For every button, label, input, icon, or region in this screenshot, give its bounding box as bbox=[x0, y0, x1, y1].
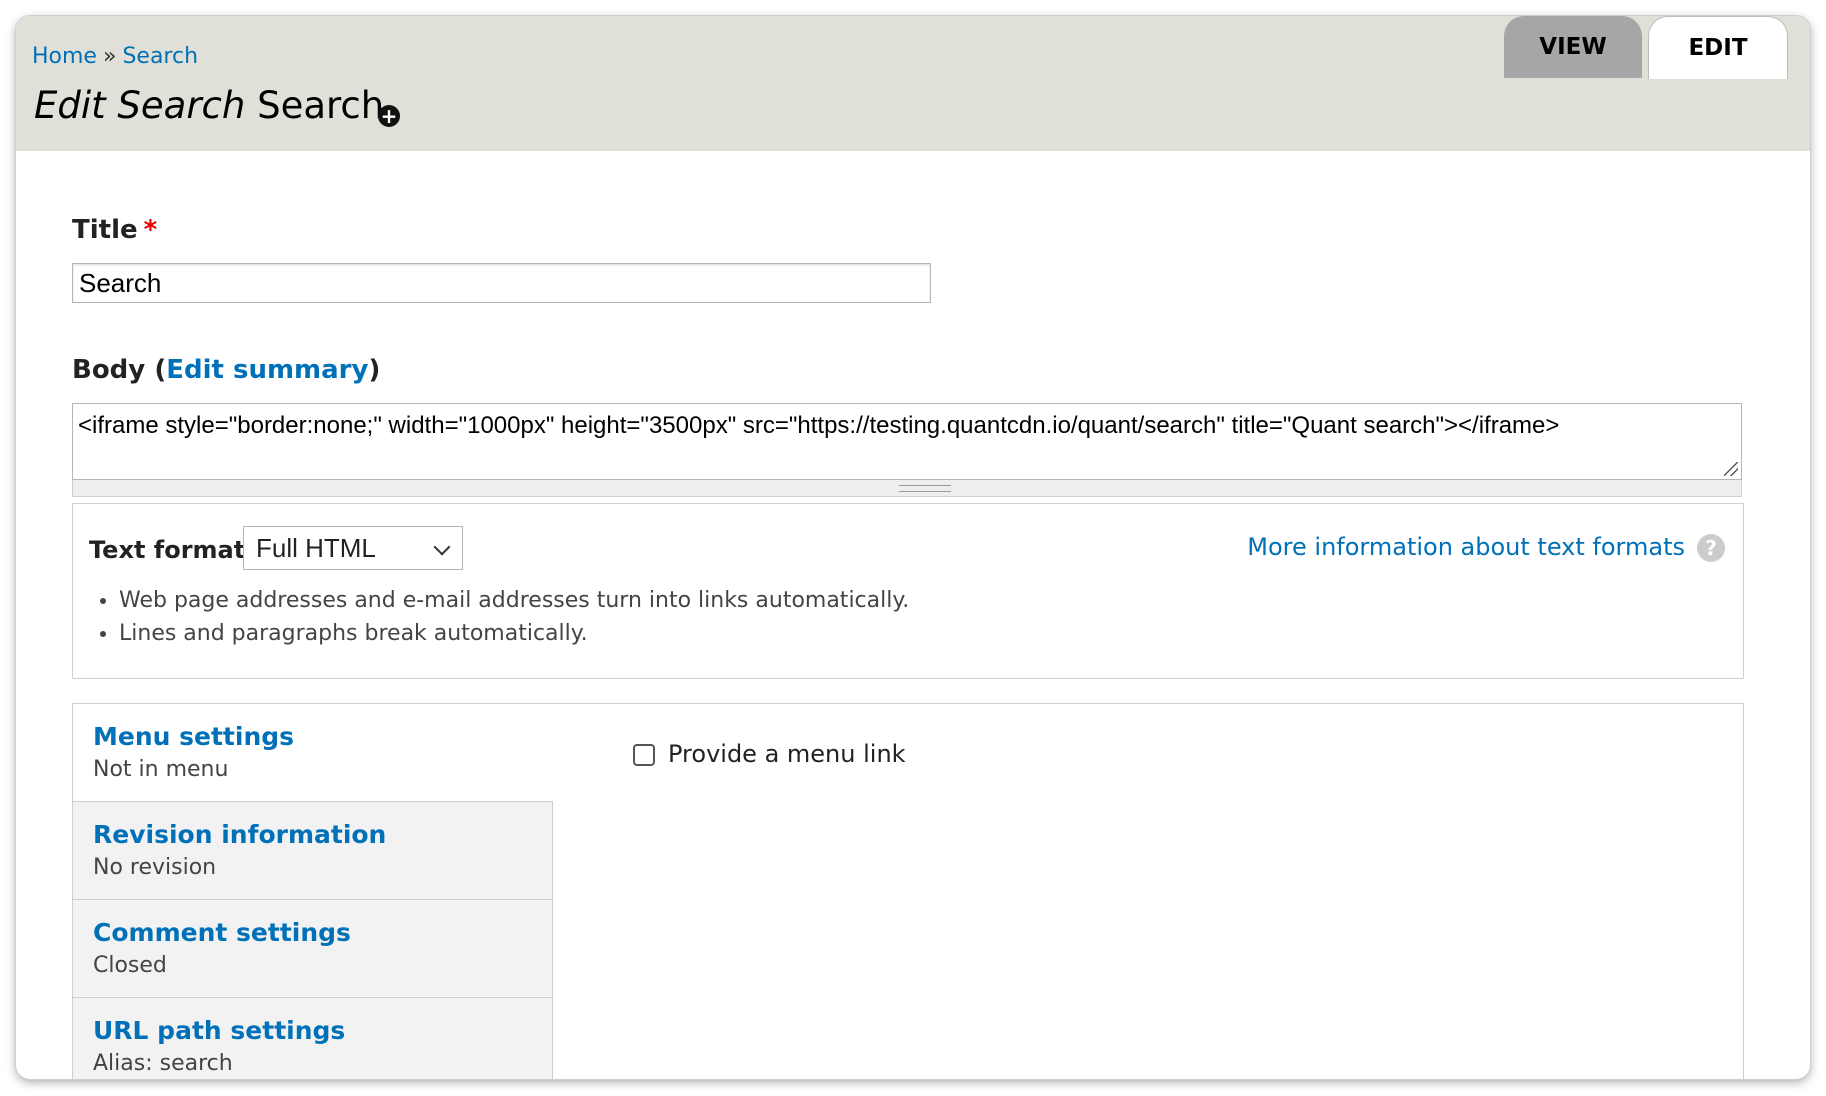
vertical-tab-list: Menu settings Not in menu Revision infor… bbox=[73, 704, 553, 1079]
title-input[interactable] bbox=[72, 263, 931, 303]
tip-item: Web page addresses and e-mail addresses … bbox=[119, 584, 909, 617]
page-title: Edit Search Search bbox=[34, 84, 384, 127]
vertical-tab-title[interactable]: Revision information bbox=[93, 820, 552, 849]
vertical-tab-summary: No revision bbox=[93, 855, 217, 880]
breadcrumb-separator: » bbox=[102, 44, 117, 69]
vertical-tab-revision-information[interactable]: Revision information No revision bbox=[73, 802, 553, 900]
vertical-tab-url-path-settings[interactable]: URL path settings Alias: search bbox=[73, 998, 553, 1079]
body-paren-open: ( bbox=[154, 355, 167, 385]
edit-summary-link[interactable]: Edit summary bbox=[166, 355, 368, 385]
vertical-tab-title[interactable]: URL path settings bbox=[93, 1016, 552, 1045]
provide-menu-link-label[interactable]: Provide a menu link bbox=[668, 740, 906, 768]
title-label-text: Title bbox=[72, 215, 138, 245]
text-format-label: Text format bbox=[89, 536, 246, 564]
browser-frame: Home» Search Edit Search Search + VIEW ED… bbox=[16, 16, 1810, 1079]
breadcrumb-search-link[interactable]: Search bbox=[122, 44, 198, 69]
vertical-tab-summary: Not in menu bbox=[93, 757, 229, 782]
vertical-tab-title[interactable]: Menu settings bbox=[93, 722, 553, 751]
breadcrumb: Home» Search bbox=[32, 44, 198, 69]
text-format-selected: Full HTML bbox=[256, 533, 376, 563]
tip-item: Lines and paragraphs break automatically… bbox=[119, 617, 909, 650]
text-format-wrapper: Text format Full HTML More information a… bbox=[72, 503, 1744, 679]
page-title-emphasis: Edit Search bbox=[34, 84, 246, 127]
required-marker: * bbox=[143, 215, 158, 245]
page-title-rest: Search bbox=[257, 84, 385, 127]
add-shortcut-icon[interactable]: + bbox=[378, 105, 400, 127]
chevron-down-icon bbox=[433, 538, 451, 556]
more-info-text-formats-link[interactable]: More information about text formats bbox=[1247, 533, 1685, 561]
provide-menu-link-checkbox[interactable] bbox=[633, 744, 655, 766]
body-textarea-value: <iframe style="border:none;" width="1000… bbox=[78, 412, 1560, 439]
body-textarea[interactable]: <iframe style="border:none;" width="1000… bbox=[72, 403, 1742, 480]
node-edit-form: Title* Body (Edit summary) <iframe style… bbox=[16, 151, 1810, 1079]
breadcrumb-home-link[interactable]: Home bbox=[32, 44, 97, 69]
help-icon[interactable]: ? bbox=[1697, 534, 1725, 562]
text-format-tips: Web page addresses and e-mail addresses … bbox=[89, 584, 909, 650]
text-format-select[interactable]: Full HTML bbox=[243, 526, 463, 570]
vertical-tab-summary: Closed bbox=[93, 953, 167, 978]
vertical-tab-summary: Alias: search bbox=[93, 1051, 233, 1076]
body-paren-close: ) bbox=[368, 355, 381, 385]
vertical-tab-comment-settings[interactable]: Comment settings Closed bbox=[73, 900, 553, 998]
tab-view[interactable]: VIEW bbox=[1504, 16, 1642, 78]
title-label: Title * bbox=[72, 215, 157, 245]
page-header: Home» Search Edit Search Search + VIEW ED… bbox=[16, 16, 1810, 151]
body-label: Body (Edit summary) bbox=[72, 355, 380, 385]
tab-edit[interactable]: EDIT bbox=[1648, 16, 1788, 79]
vertical-tabs: Menu settings Not in menu Revision infor… bbox=[72, 703, 1744, 1079]
grippie-bars-icon bbox=[899, 485, 951, 492]
vertical-tab-menu-settings[interactable]: Menu settings Not in menu bbox=[73, 704, 553, 802]
body-label-text: Body bbox=[72, 355, 146, 385]
vertical-tab-title[interactable]: Comment settings bbox=[93, 918, 552, 947]
resize-grip-icon[interactable] bbox=[1724, 462, 1738, 476]
textarea-resize-handle[interactable] bbox=[72, 480, 1742, 497]
